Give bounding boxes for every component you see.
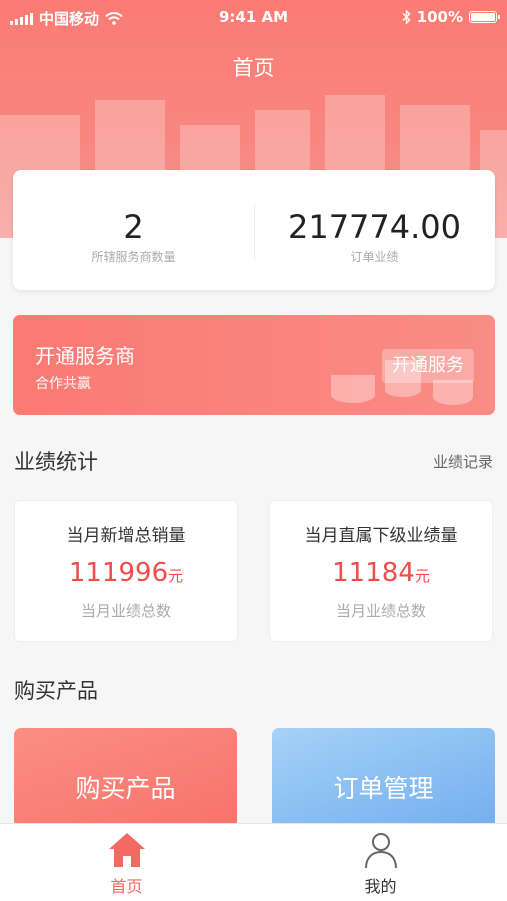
status-bar: 中国移动 9:41 AM 100% <box>0 0 507 34</box>
stat-value: 217774.00 <box>287 208 462 246</box>
subordinate-performance-card[interactable]: 当月直属下级业绩量 11184元 当月业绩总数 <box>269 500 493 642</box>
battery-percent: 100% <box>416 8 463 26</box>
card-value: 111996元 <box>15 558 237 588</box>
open-service-title: 开通服务商 <box>35 344 135 368</box>
card-value: 11184元 <box>270 558 492 588</box>
card-value-unit: 元 <box>168 567 184 585</box>
stat-value: 2 <box>123 208 144 246</box>
stat-order-performance[interactable]: 217774.00 订单业绩 <box>254 170 495 290</box>
page-title: 首页 <box>232 56 275 80</box>
open-service-button[interactable]: 开通服务 <box>382 349 474 383</box>
buy-section-title: 购买产品 <box>14 679 98 703</box>
card-value-unit: 元 <box>414 567 430 585</box>
card-value-number: 111996 <box>68 558 169 588</box>
stat-provider-count[interactable]: 2 所辖服务商数量 <box>13 170 254 290</box>
card-subtitle: 当月业绩总数 <box>335 602 426 620</box>
card-title: 当月新增总销量 <box>66 526 186 546</box>
battery-icon <box>469 11 500 23</box>
tab-mine[interactable]: 我的 <box>254 824 507 901</box>
tab-bar: 首页 我的 <box>0 823 507 901</box>
user-icon <box>364 833 397 869</box>
card-title: 当月直属下级业绩量 <box>304 526 458 546</box>
monthly-sales-card[interactable]: 当月新增总销量 111996元 当月业绩总数 <box>14 500 238 642</box>
tab-label: 我的 <box>364 877 397 896</box>
tab-label: 首页 <box>110 877 143 896</box>
performance-records-link[interactable]: 业绩记录 <box>433 451 493 472</box>
bluetooth-icon <box>402 10 411 24</box>
tab-home[interactable]: 首页 <box>0 824 253 901</box>
open-service-subtitle: 合作共赢 <box>35 376 91 392</box>
home-icon <box>108 833 145 867</box>
open-service-banner[interactable]: 开通服务商 合作共赢 开通服务 <box>13 315 495 415</box>
card-value-number: 11184 <box>332 558 415 588</box>
buy-product-tile[interactable]: 购买产品 <box>14 728 237 828</box>
order-management-tile[interactable]: 订单管理 <box>272 728 495 828</box>
stat-label: 所辖服务商数量 <box>91 250 176 264</box>
card-subtitle: 当月业绩总数 <box>80 602 171 620</box>
stat-label: 订单业绩 <box>350 250 399 264</box>
performance-section-title: 业绩统计 <box>14 450 98 474</box>
stats-card: 2 所辖服务商数量 217774.00 订单业绩 <box>13 170 495 290</box>
